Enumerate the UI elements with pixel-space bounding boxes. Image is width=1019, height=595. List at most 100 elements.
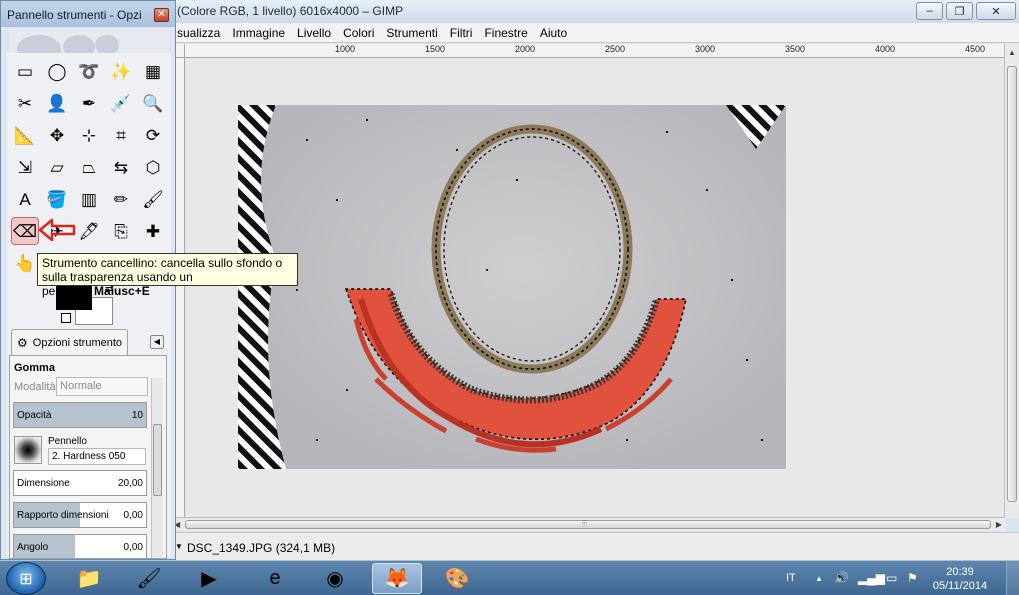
aspect-ratio-slider[interactable]: Rapporto dimensioni 0,00	[13, 502, 147, 528]
menu-colori[interactable]: Colori	[337, 26, 380, 40]
free-select-icon[interactable]: ➰	[75, 57, 103, 85]
network-signal-icon[interactable]: ▂▄▆	[858, 571, 885, 585]
toolbox-title: Pannello strumenti - Opzi	[7, 8, 142, 22]
show-desktop-button[interactable]	[1006, 561, 1019, 595]
annotation-arrow-icon	[38, 218, 76, 242]
status-dropdown-icon[interactable]: ▼	[175, 542, 183, 551]
toolbox-close-button[interactable]: ✕	[154, 8, 169, 22]
clock-time: 20:39	[946, 566, 974, 578]
menu-livello[interactable]: Livello	[291, 26, 337, 40]
menu-strumenti[interactable]: Strumenti	[380, 26, 443, 40]
tab-menu-button[interactable]: ◀	[150, 335, 164, 349]
volume-icon[interactable]: 🔊	[834, 571, 849, 585]
brush-label: Pennello	[48, 436, 87, 447]
language-indicator[interactable]: IT	[786, 572, 796, 584]
opacity-slider[interactable]: Opacità 10	[13, 402, 147, 428]
size-slider[interactable]: Dimensione 20,00	[13, 470, 147, 496]
menu-visualizza[interactable]: sualizza	[171, 26, 226, 40]
paint-app-icon[interactable]: 🎨	[432, 563, 482, 594]
tray-expand-icon[interactable]: ▲	[815, 574, 823, 583]
blend-icon[interactable]: ▥	[75, 185, 103, 213]
action-center-icon[interactable]: ⚑	[907, 571, 918, 585]
flip-icon[interactable]: ⇆	[107, 153, 135, 181]
windows-taskbar: ⊞ 📁 🖌 ▶ e ◉ 🦊 🎨 IT ▲ 🔊 ▂▄▆ ▭ ⚑ 20:39 05/11/201…	[0, 560, 1019, 595]
eraser-icon[interactable]: ⌫	[11, 217, 39, 245]
color-picker-icon[interactable]: 💉	[107, 89, 135, 117]
pencil-icon[interactable]: ✏	[107, 185, 135, 213]
fuzzy-select-icon[interactable]: ✨	[107, 57, 135, 85]
vertical-scrollbar[interactable]: ▲	[1004, 44, 1019, 518]
image-canvas[interactable]	[186, 59, 1004, 517]
shear-icon[interactable]: ▱	[43, 153, 71, 181]
scroll-grip: ⦙⦙⦙	[582, 519, 588, 528]
horizontal-ruler[interactable]: 1000 1500 2000 2500 3000 3500 4000 4500	[185, 44, 1005, 58]
crop-icon[interactable]: ⌗	[107, 121, 135, 149]
media-player-icon[interactable]: ▶	[184, 563, 234, 594]
file-explorer-icon[interactable]: 📁	[64, 563, 114, 594]
ellipse-select-icon[interactable]: ◯	[43, 57, 71, 85]
brush-name-field[interactable]: 2. Hardness 050	[48, 448, 146, 465]
mode-select[interactable]: Normale	[56, 377, 148, 396]
scissors-select-icon[interactable]: ✂	[11, 89, 39, 117]
align-icon[interactable]: ⊹	[75, 121, 103, 149]
horizontal-scrollbar[interactable]: ◀ ⦙⦙⦙ ▶	[171, 517, 1005, 531]
tool-options-tab-label: Opzioni strumento	[32, 336, 123, 349]
brush-preview-button[interactable]	[14, 436, 42, 464]
clone-icon[interactable]: ⎘	[107, 217, 135, 245]
restore-button[interactable]: ❐	[946, 2, 973, 20]
paintbrush-icon[interactable]: 🖌	[139, 185, 167, 213]
move-icon[interactable]: ✥	[43, 121, 71, 149]
menu-finestre[interactable]: Finestre	[478, 26, 533, 40]
menu-immagine[interactable]: Immagine	[226, 26, 291, 40]
options-scroll-thumb[interactable]	[153, 424, 162, 496]
foreground-select-icon[interactable]: 👤	[43, 89, 71, 117]
ruler-label: 1000	[335, 44, 356, 54]
toolbox-titlebar[interactable]: Pannello strumenti - Opzi ✕	[1, 1, 175, 27]
tool-options-tab[interactable]: ⚙ Opzioni strumento	[11, 329, 128, 355]
image-window-titlebar[interactable]: (Colore RGB, 1 livello) 6016x4000 – GIMP…	[171, 0, 1019, 23]
angle-slider[interactable]: Angolo 0,00	[13, 534, 147, 558]
size-value: 20,00	[117, 478, 143, 489]
paths-icon[interactable]: ✒	[75, 89, 103, 117]
horizontal-scroll-thumb[interactable]: ⦙⦙⦙	[185, 519, 991, 529]
ruler-label: 2500	[605, 44, 626, 54]
cage-transform-icon[interactable]: ⬡	[139, 153, 167, 181]
rect-select-icon[interactable]: ▭	[11, 57, 39, 85]
menu-aiuto[interactable]: Aiuto	[534, 26, 573, 40]
bucket-fill-icon[interactable]: 🪣	[43, 185, 71, 213]
default-colors-icon[interactable]	[61, 313, 71, 323]
measure-icon[interactable]: 📐	[11, 121, 39, 149]
system-clock[interactable]: 20:39 05/11/2014	[928, 565, 992, 593]
heal-icon[interactable]: ✚	[139, 217, 167, 245]
options-scrollbar[interactable]	[151, 378, 163, 558]
smudge-icon[interactable]: 👆	[11, 249, 39, 277]
menu-filtri[interactable]: Filtri	[444, 26, 479, 40]
scroll-up-arrow[interactable]: ▲	[1008, 48, 1016, 57]
start-button[interactable]: ⊞	[6, 562, 46, 595]
internet-explorer-icon[interactable]: e	[250, 563, 300, 594]
opacity-label: Opacità	[17, 410, 52, 421]
scale-icon[interactable]: ⇲	[11, 153, 39, 181]
ruler-label: 4000	[875, 44, 896, 54]
wilber-drop-area[interactable]	[9, 29, 169, 53]
menubar: sualizza Immagine Livello Colori Strumen…	[171, 23, 1019, 43]
chrome-icon[interactable]: ◉	[310, 563, 360, 594]
perspective-icon[interactable]: ⏢	[75, 153, 103, 181]
color-select-icon[interactable]: ▦	[139, 57, 167, 85]
tooltip-line-1: Strumento cancellino: cancella sullo sfo…	[42, 256, 283, 270]
ink-icon[interactable]: 🖋	[75, 217, 103, 245]
vertical-scroll-thumb[interactable]	[1007, 66, 1017, 502]
rotate-icon[interactable]: ⟳	[139, 121, 167, 149]
scroll-right-arrow[interactable]: ▶	[996, 520, 1002, 529]
text-icon[interactable]: A	[11, 185, 39, 213]
opacity-value: 10	[131, 410, 143, 421]
minimize-button[interactable]: –	[916, 2, 943, 20]
paint-brush-app-icon[interactable]: 🖌	[124, 563, 174, 594]
tool-options-icon: ⚙	[17, 335, 28, 350]
close-button[interactable]: ✕	[976, 2, 1016, 20]
battery-icon[interactable]: ▭	[886, 571, 897, 585]
gimp-icon[interactable]: 🦊	[372, 563, 422, 594]
ruler-label: 3500	[785, 44, 806, 54]
zoom-icon[interactable]: 🔍	[139, 89, 167, 117]
ruler-label: 1500	[425, 44, 446, 54]
